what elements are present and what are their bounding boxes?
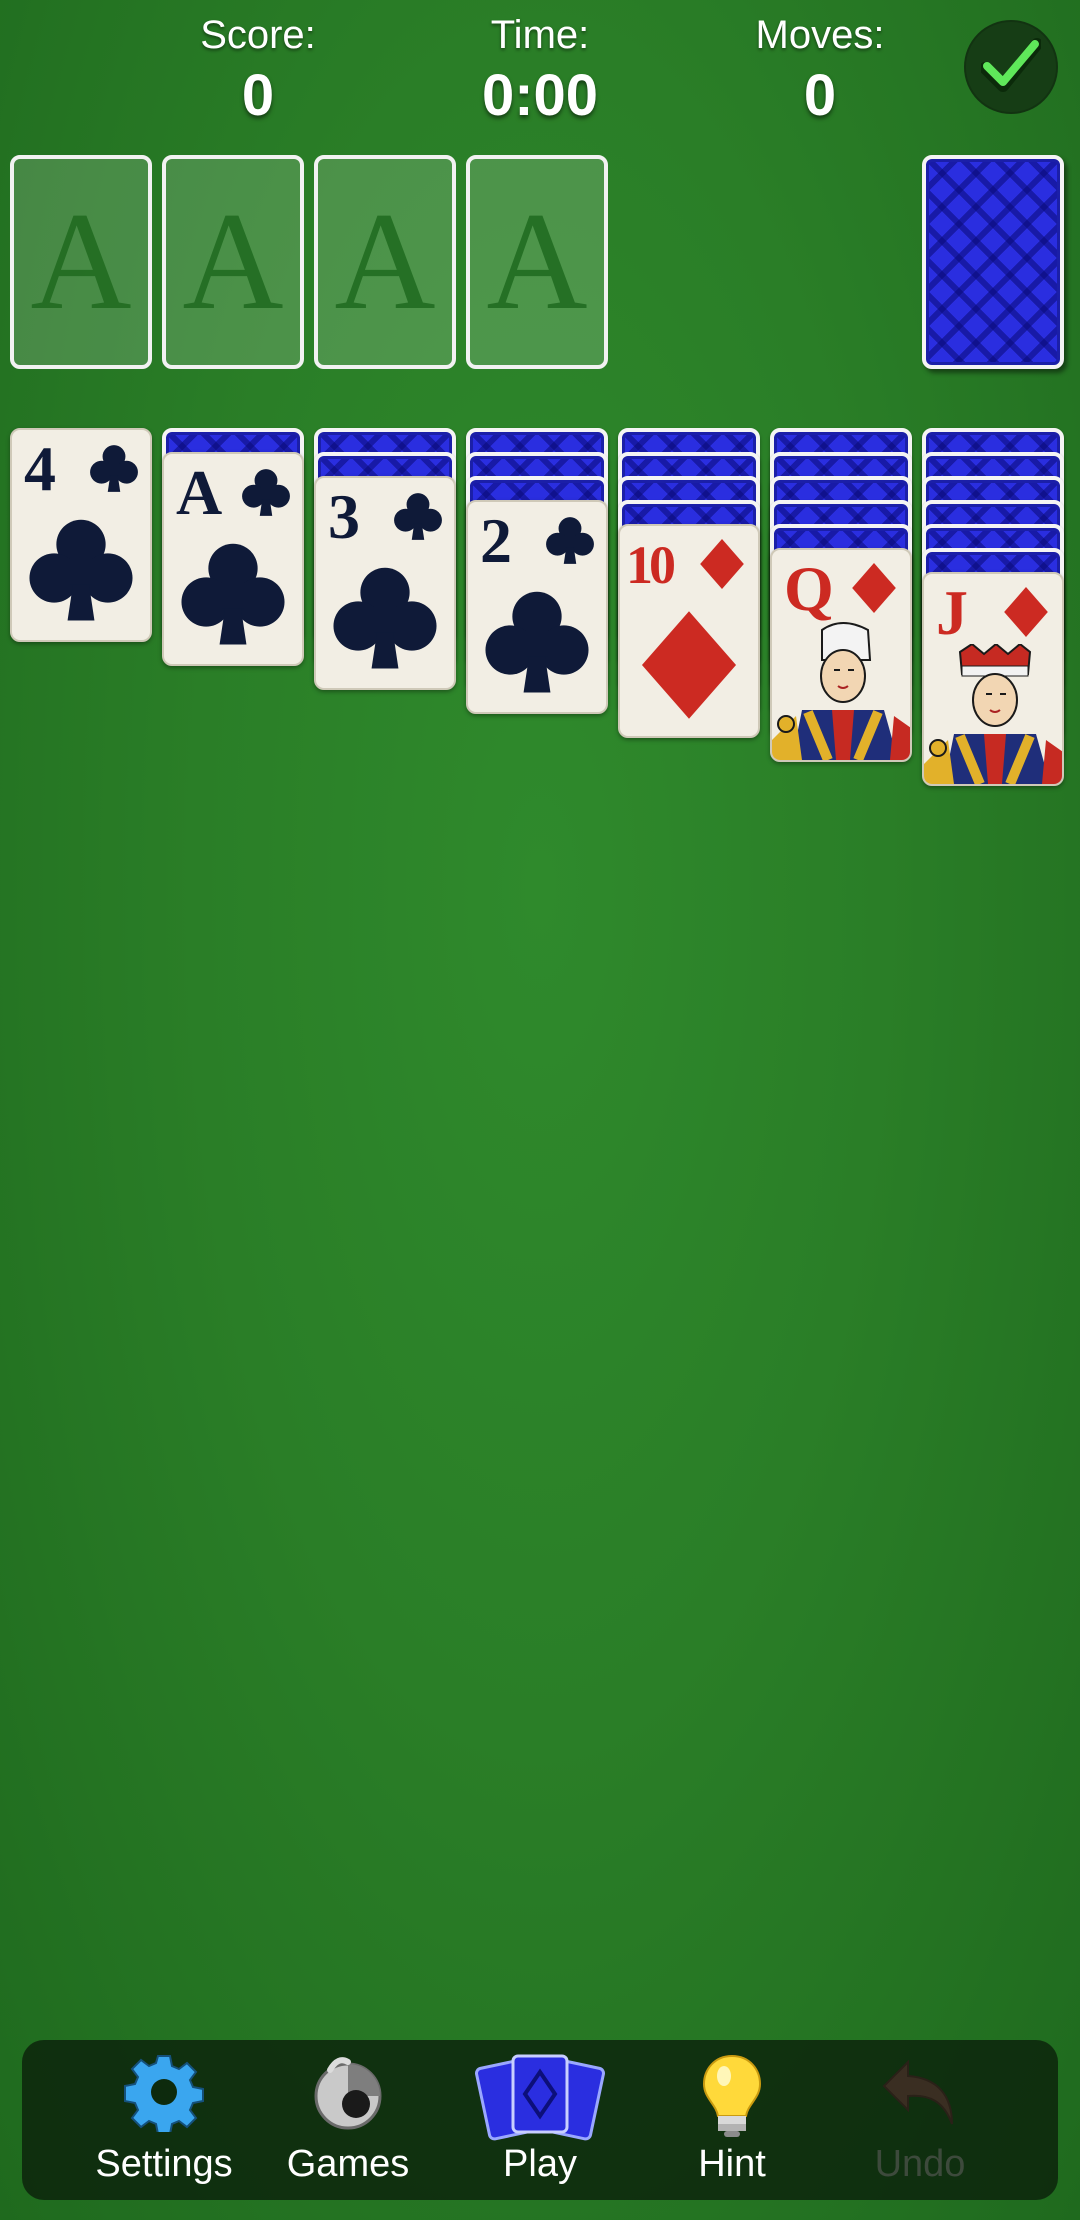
card-rank: 3 [328,481,360,552]
tableau-card-3-clubs[interactable]: 3 [314,476,456,690]
card-rank: 4 [24,433,56,504]
clubs-suit-icon [481,585,593,702]
moves-value: 0 [803,63,837,128]
card-rank: Q [784,553,834,624]
undo-button[interactable]: Undo [830,2040,1010,2200]
gear-icon [124,2055,204,2132]
clubs-suit-icon [392,490,444,547]
card-rank: 2 [480,505,512,576]
tableau-card-2-clubs[interactable]: 2 [466,500,608,714]
cards-icon [475,2054,605,2141]
moves-label: Moves: [755,13,885,57]
tableau-card-A-clubs[interactable]: A [162,452,304,666]
clubs-suit-icon [88,442,140,499]
time-label: Time: [490,13,590,57]
clubs-suit-icon [544,514,596,571]
foundation-pile-2[interactable]: A [162,155,304,369]
foundation-pile-1[interactable]: A [10,155,152,369]
diamonds-suit-icon [848,562,900,619]
lightbulb-icon [702,2054,762,2137]
foundation-placeholder: A [334,184,436,339]
time-display: Time: 0:00 [440,8,640,130]
tableau-card-Q-diamonds[interactable]: Q [770,548,912,762]
tableau-card-10-diamonds[interactable]: 10 [618,524,760,738]
foundation-placeholder: A [486,184,588,339]
clubs-suit-icon [25,513,137,630]
diamonds-suit-icon [633,609,745,726]
tableau-card-J-diamonds[interactable]: J [922,572,1064,786]
card-rank: 10 [626,535,676,595]
foundation-pile-3[interactable]: A [314,155,456,369]
bottom-toolbar: Settings Games Play Hint Undo [22,2040,1058,2200]
tableau-card-4-clubs[interactable]: 4 [10,428,152,642]
settings-label: Settings [95,2143,233,2185]
auto-complete-button[interactable] [964,20,1058,114]
score-value: 0 [241,63,275,128]
clubs-suit-icon [240,466,292,523]
diamonds-suit-icon [1000,586,1052,643]
hint-label: Hint [698,2143,766,2185]
diamonds-suit-icon [696,538,748,595]
play-label: Play [503,2143,577,2185]
score-label: Score: [200,13,316,57]
foundation-pile-4[interactable]: A [466,155,608,369]
checkmark-icon [981,38,1041,92]
time-value: 0:00 [481,63,599,128]
games-button[interactable]: Games [258,2040,438,2200]
foundation-placeholder: A [30,184,132,339]
settings-button[interactable]: Settings [74,2040,254,2200]
moves-display: Moves: 0 [720,8,920,130]
play-button[interactable]: Play [450,2040,630,2200]
clubs-suit-icon [329,561,441,678]
undo-label: Undo [874,2143,966,2185]
card-rank: A [176,457,223,528]
card-rank: J [936,577,968,648]
undo-arrow-icon [882,2059,953,2125]
games-icon [314,2057,382,2130]
clubs-suit-icon [177,537,289,654]
hint-button[interactable]: Hint [642,2040,822,2200]
games-label: Games [286,2143,410,2185]
score-display: Score: 0 [158,8,358,130]
foundation-placeholder: A [182,184,284,339]
stock-pile[interactable] [922,155,1064,369]
